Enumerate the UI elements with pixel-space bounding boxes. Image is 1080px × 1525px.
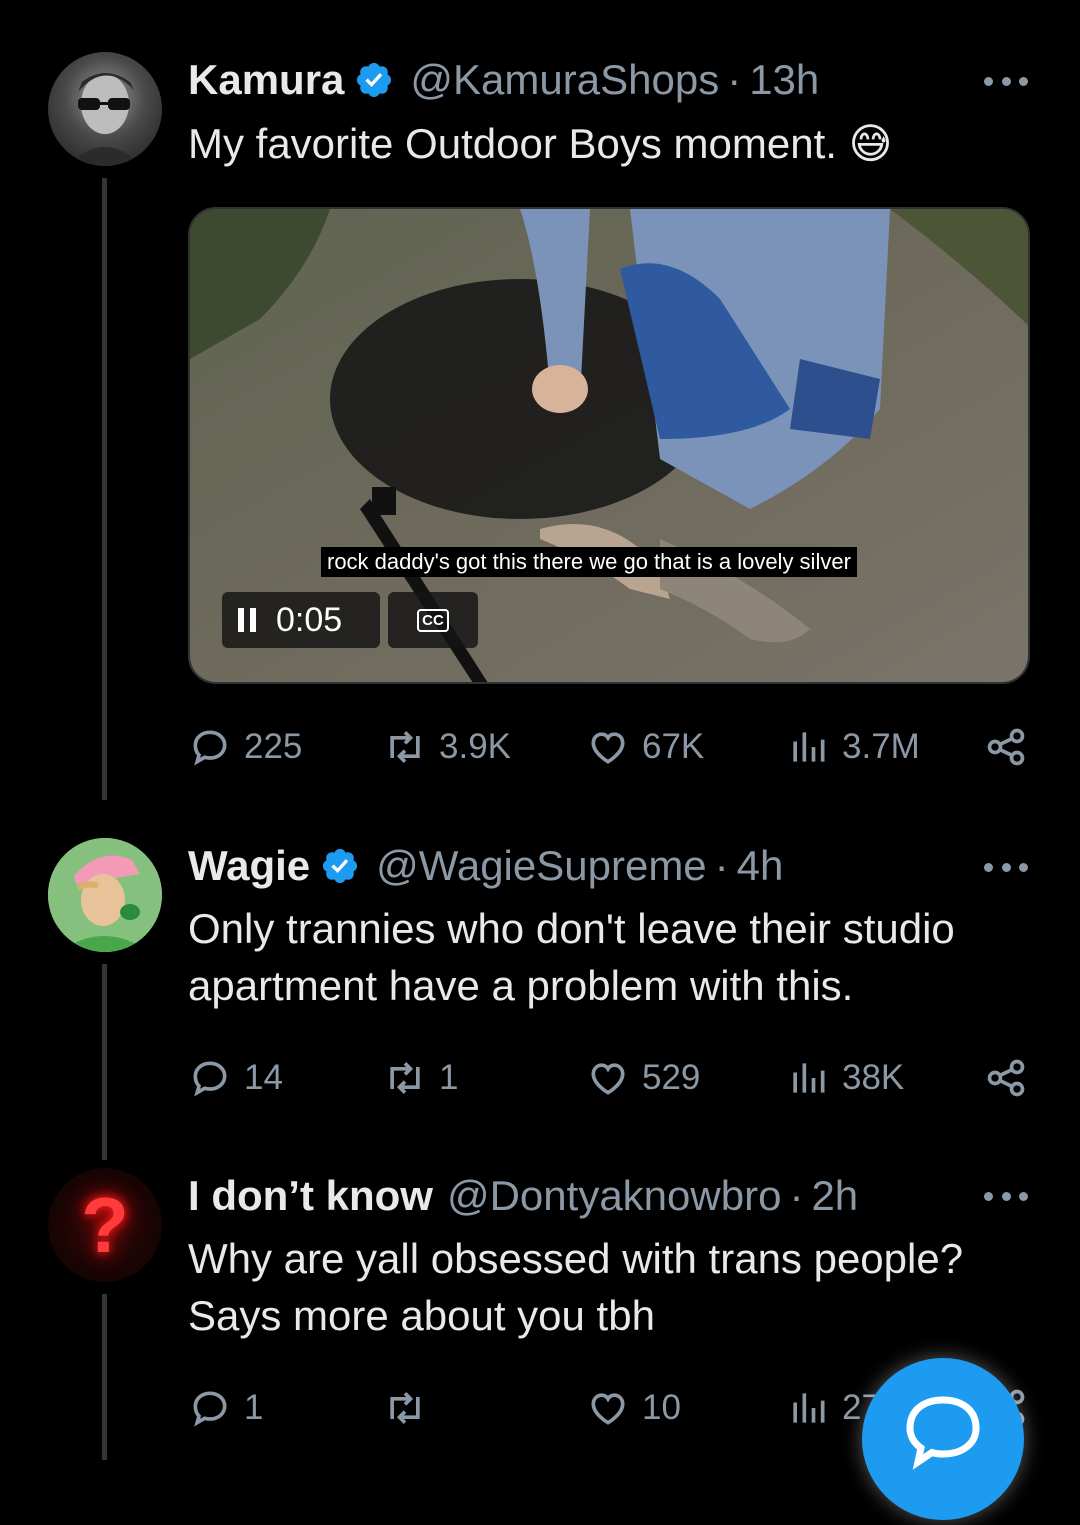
reply-button[interactable]: 14 <box>188 1053 283 1103</box>
display-name[interactable]: I don’t know <box>188 1172 433 1220</box>
captions-button[interactable]: CC <box>388 592 478 648</box>
handle[interactable]: @Dontyaknowbro <box>447 1172 781 1220</box>
views-icon <box>793 1063 825 1093</box>
views-icon <box>793 732 825 762</box>
share-button[interactable] <box>984 1053 1040 1103</box>
avatar-portrait <box>68 73 142 166</box>
more-options-icon[interactable] <box>984 861 1028 873</box>
reply-bubble-icon <box>906 1396 980 1470</box>
share-icon <box>987 728 1025 766</box>
tweet-actions: 14 1 529 38K <box>188 1053 1028 1103</box>
reply-icon <box>193 1061 227 1097</box>
video-caption: rock daddy's got this there we go that i… <box>321 547 857 577</box>
retweet-button[interactable]: 1 <box>383 1053 458 1103</box>
timestamp[interactable]: 13h <box>749 56 819 104</box>
handle[interactable]: @WagieSupreme <box>376 842 707 890</box>
thread-line <box>102 178 107 800</box>
timestamp[interactable]: 4h <box>737 842 784 890</box>
video-time: 0:05 <box>276 600 343 639</box>
question-mark-glyph: ? <box>81 1181 129 1269</box>
tweet-wagie[interactable]: Wagie @WagieSupreme · 4h Only trannies w… <box>0 836 1080 1160</box>
views-button[interactable]: 3.7M <box>786 722 920 772</box>
tweet-text-content: My favorite Outdoor Boys moment. <box>188 120 837 167</box>
reply-button[interactable]: 225 <box>188 722 302 772</box>
handle[interactable]: @KamuraShops <box>410 56 719 104</box>
tweet-text-line: Says more about you tbh <box>188 1292 655 1339</box>
tweet-kamura[interactable]: Kamura @KamuraShops · 13h My favorite Ou… <box>0 0 1080 800</box>
retweet-icon <box>390 1392 420 1424</box>
verified-badge-icon <box>323 848 358 884</box>
view-count: 3.7M <box>842 727 920 766</box>
tweet-text: Only trannies who don't leave their stud… <box>188 900 1008 1014</box>
pause-icon[interactable] <box>238 608 256 632</box>
like-button[interactable]: 10 <box>586 1383 681 1433</box>
retweet-button[interactable] <box>383 1383 439 1433</box>
tweet-text-line: apartment have a problem with this. <box>188 962 854 1009</box>
tweet-header: I don’t know @Dontyaknowbro · 2h <box>188 1168 858 1224</box>
tweet-header: Wagie @WagieSupreme · 4h <box>188 838 783 894</box>
retweet-icon <box>390 1062 420 1094</box>
heart-icon <box>591 732 625 764</box>
avatar-kamura[interactable] <box>48 52 162 166</box>
like-count: 67K <box>642 727 705 766</box>
like-count: 10 <box>642 1388 681 1427</box>
avatar-wagie[interactable] <box>48 838 162 952</box>
reply-count: 14 <box>244 1058 283 1097</box>
retweet-icon <box>390 731 420 763</box>
tweet-header: Kamura @KamuraShops · 13h <box>188 52 819 108</box>
more-options-icon[interactable] <box>984 1190 1028 1202</box>
cc-icon: CC <box>417 608 449 632</box>
sweat-smile-emoji: 😅 <box>848 120 893 167</box>
view-count: 38K <box>842 1058 905 1097</box>
retweet-count: 1 <box>439 1058 459 1097</box>
separator-dot: · <box>714 842 729 889</box>
like-button[interactable]: 529 <box>586 1053 700 1103</box>
tweet-text-line: Why are yall obsessed with trans people? <box>188 1235 964 1282</box>
heart-icon <box>591 1063 625 1095</box>
display-name[interactable]: Kamura <box>188 56 344 104</box>
compose-reply-button[interactable] <box>862 1358 1024 1520</box>
thread-line <box>102 1294 107 1460</box>
reply-icon <box>193 1391 227 1427</box>
reply-button[interactable]: 1 <box>188 1383 263 1433</box>
like-count: 529 <box>642 1058 701 1097</box>
share-button[interactable] <box>984 722 1040 772</box>
like-button[interactable]: 67K <box>586 722 704 772</box>
tweet-actions: 225 3.9K 67K 3.7M <box>188 722 1028 772</box>
separator-dot: · <box>727 56 742 103</box>
separator-dot: · <box>789 1172 804 1219</box>
tweet-text: Why are yall obsessed with trans people?… <box>188 1230 1008 1344</box>
heart-icon <box>591 1393 625 1425</box>
retweet-count: 3.9K <box>439 727 511 766</box>
reply-count: 1 <box>244 1388 264 1427</box>
avatar-dontyaknowbro[interactable]: ? <box>48 1168 162 1282</box>
timestamp[interactable]: 2h <box>811 1172 858 1220</box>
reply-count: 225 <box>244 727 303 766</box>
reply-icon <box>193 730 227 766</box>
retweet-button[interactable]: 3.9K <box>383 722 511 772</box>
verified-badge-icon <box>357 62 392 98</box>
share-icon <box>987 1059 1025 1097</box>
tweet-text-line: Only trannies who don't leave their stud… <box>188 905 955 952</box>
more-options-icon[interactable] <box>984 75 1028 87</box>
video-time-control[interactable]: 0:05 <box>222 592 380 648</box>
views-button[interactable]: 38K <box>786 1053 904 1103</box>
display-name[interactable]: Wagie <box>188 842 310 890</box>
thread-line <box>102 964 107 1160</box>
views-icon <box>793 1393 825 1423</box>
tweet-text: My favorite Outdoor Boys moment. 😅 <box>188 115 1008 172</box>
avatar-portrait <box>48 838 162 952</box>
